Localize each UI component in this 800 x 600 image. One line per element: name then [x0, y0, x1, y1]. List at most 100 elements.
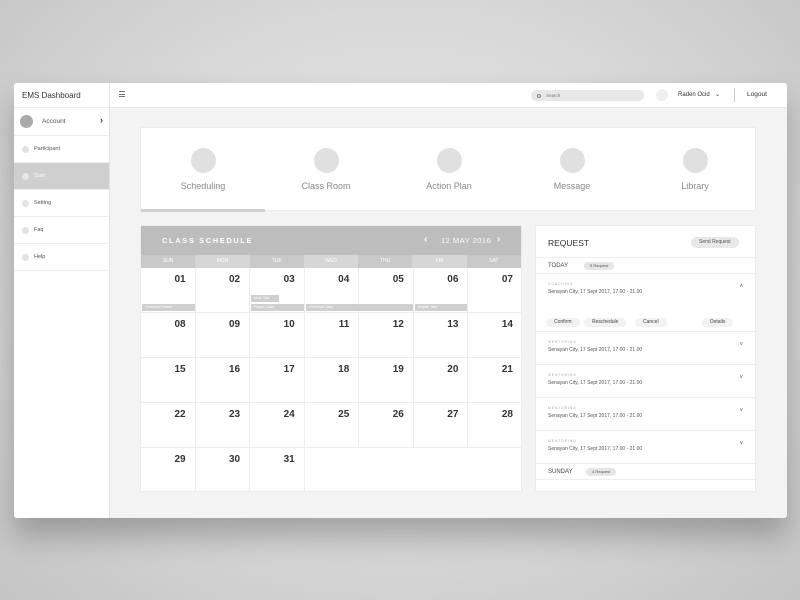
calendar-day-cell[interactable]: 07: [468, 268, 521, 313]
chevron-down-icon[interactable]: ˅: [739, 342, 743, 348]
calendar-event[interactable]: English Test: [414, 304, 468, 311]
calendar-day-cell[interactable]: 25: [304, 403, 360, 448]
calendar-day-cell[interactable]: 09: [195, 313, 251, 358]
calendar-day-cell[interactable]: 22: [141, 403, 196, 448]
request-info: Senayan City, 17 Sept 2017, 17.00 - 21.0…: [548, 413, 643, 419]
tab-label: Library: [681, 181, 709, 191]
module-tabs: Scheduling Class Room Action Plan Messag…: [140, 127, 757, 212]
sidebar-item-start[interactable]: Start: [14, 163, 109, 190]
chevron-down-icon[interactable]: ˅: [739, 441, 743, 447]
sidebar-item-label: Help: [34, 254, 46, 260]
calendar-day-number: 24: [283, 409, 295, 420]
calendar-day-cell[interactable]: 31: [250, 448, 305, 491]
calendar-day-cell[interactable]: 30: [196, 448, 251, 491]
calendar-day-number: 29: [174, 454, 186, 465]
chevron-left-icon[interactable]: ‹: [424, 234, 427, 245]
calendar-day-number: 15: [174, 364, 186, 375]
chevron-down-icon[interactable]: ˅: [739, 408, 743, 414]
request-category: MENTORING: [548, 439, 577, 443]
calendar-event[interactable]: Math Test: [251, 295, 279, 302]
calendar-day-cell[interactable]: 10: [250, 313, 305, 358]
weekday-label: THU: [358, 255, 413, 268]
calendar-day-cell[interactable]: 19: [359, 358, 414, 403]
logout-button[interactable]: Logout: [747, 91, 767, 98]
calendar-day-number: 02: [229, 274, 241, 285]
calendar-day-cell[interactable]: 27: [413, 403, 469, 448]
tab-message[interactable]: Message: [510, 128, 634, 212]
request-item[interactable]: MENTORING Senayan City, 17 Sept 2017, 17…: [536, 365, 755, 398]
calendar-event[interactable]: Chemical Protect: [142, 304, 195, 311]
send-request-button[interactable]: Send Request: [691, 237, 739, 248]
calendar-day-cell[interactable]: 28: [468, 403, 521, 448]
calendar-day-cell[interactable]: 15: [141, 358, 196, 403]
calendar-day-number: 31: [283, 454, 295, 465]
calendar-day-number: 19: [392, 364, 404, 375]
calendar-day-cell[interactable]: 29: [141, 448, 196, 491]
calendar-day-cell[interactable]: 17: [250, 358, 305, 403]
cancel-button[interactable]: Cancel: [635, 318, 667, 327]
calendar-day-cell[interactable]: 20: [413, 358, 469, 403]
calendar-day-cell[interactable]: 02: [195, 268, 251, 313]
calendar-day-cell[interactable]: 26: [359, 403, 414, 448]
sidebar-item-label: Start: [34, 173, 46, 179]
calendar-event[interactable]: Chemical Class: [305, 304, 413, 311]
sidebar-item-label: Participant: [34, 146, 60, 152]
search-bar[interactable]: [531, 90, 644, 101]
calendar-day-cell[interactable]: 14: [468, 313, 521, 358]
calendar-event[interactable]: Physic Class: [251, 304, 304, 311]
calendar-day-cell[interactable]: 18: [304, 358, 360, 403]
sidebar-item-label: Setting: [34, 200, 52, 206]
sidebar-item-label: Faq: [34, 227, 44, 233]
chevron-down-icon[interactable]: ⌄: [715, 91, 720, 98]
calendar-day-number: 01: [174, 274, 186, 285]
details-button[interactable]: Details: [702, 318, 734, 327]
tab-class-room[interactable]: Class Room: [264, 128, 388, 212]
tab-action-plan[interactable]: Action Plan: [387, 128, 511, 212]
reschedule-button[interactable]: Reschedule: [584, 318, 627, 327]
calendar-day-cell[interactable]: 21: [468, 358, 521, 403]
tab-label: Class Room: [301, 181, 351, 191]
search-input[interactable]: [546, 93, 636, 98]
calendar-day-number: 27: [447, 409, 459, 420]
participant-icon: [22, 145, 29, 153]
request-item[interactable]: MENTORING Senayan City, 17 Sept 2017, 17…: [536, 398, 755, 431]
chevron-right-icon[interactable]: ›: [497, 234, 500, 245]
request-actions: Confirm Reschedule Cancel Details: [536, 314, 755, 332]
user-avatar[interactable]: [656, 89, 668, 101]
start-icon: [22, 172, 29, 180]
message-icon: [559, 148, 585, 173]
search-icon: [537, 93, 541, 98]
tab-scheduling[interactable]: Scheduling: [141, 128, 265, 212]
calendar-day-number: 20: [447, 364, 459, 375]
chevron-up-icon[interactable]: ˄: [739, 284, 743, 290]
tab-library[interactable]: Library: [633, 128, 757, 212]
calendar-title: CLASS SCHEDULE: [162, 236, 254, 245]
calendar-day-cell[interactable]: 16: [195, 358, 251, 403]
calendar-day-cell[interactable]: 11: [304, 313, 360, 358]
calendar-day-number: 03: [283, 274, 295, 285]
chevron-down-icon[interactable]: ˅: [739, 375, 743, 381]
calendar-day-number: 12: [392, 319, 404, 330]
sidebar-item-faq[interactable]: Faq: [14, 217, 109, 244]
calendar-day-cell[interactable]: 12: [359, 313, 414, 358]
calendar-day-cell[interactable]: 13: [413, 313, 469, 358]
request-item[interactable]: COACHING Senayan City, 17 Sept 2017, 17.…: [536, 274, 755, 314]
calendar-day-number: 07: [501, 274, 513, 285]
calendar-day-cell[interactable]: 23: [195, 403, 251, 448]
calendar-day-cell[interactable]: 24: [250, 403, 305, 448]
confirm-button[interactable]: Confirm: [546, 318, 580, 327]
app-title: EMS Dashboard: [14, 83, 109, 108]
request-info: Senayan City, 17 Sept 2017, 17.00 - 21.0…: [548, 380, 643, 386]
sidebar-item-help[interactable]: Help: [14, 244, 109, 271]
group-label: SUNDAY: [548, 469, 573, 475]
action-plan-icon: [436, 148, 462, 173]
request-item[interactable]: MENTORING Senayan City, 17 Sept 2017, 17…: [536, 431, 755, 464]
sidebar-item-participant[interactable]: Participant: [14, 136, 109, 163]
sidebar-item-setting[interactable]: Setting: [14, 190, 109, 217]
hamburger-menu-icon[interactable]: [119, 91, 125, 97]
account-menu[interactable]: Account ›: [14, 108, 109, 136]
calendar-day-number: 18: [338, 364, 350, 375]
request-item[interactable]: MENTORING Senayan City, 17 Sept 2017, 17…: [536, 332, 755, 365]
calendar-day-cell[interactable]: 08: [141, 313, 196, 358]
user-name[interactable]: Raden Ocid: [678, 92, 710, 98]
